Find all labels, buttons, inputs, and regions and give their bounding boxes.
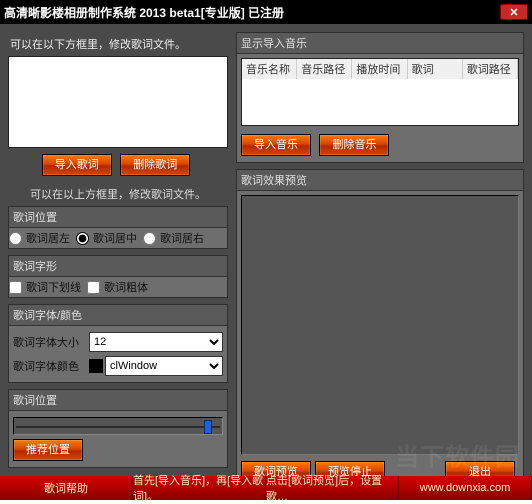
check-bold[interactable]: 歌词粗体 <box>87 279 148 295</box>
import-music-button[interactable]: 导入音乐 <box>241 134 311 156</box>
font-color-select[interactable]: clWindow <box>105 356 223 376</box>
th-lyric-path: 歌词路径 <box>463 59 518 79</box>
panel-header: 歌词字形 <box>9 256 227 277</box>
th-name: 音乐名称 <box>242 59 297 79</box>
panel-header: 歌词效果预览 <box>237 170 523 191</box>
status-bar: 歌词帮助 首先[导入音乐]，再[导入歌词]。 点击[歌词预览]后，设置歌… ww… <box>0 476 532 500</box>
titlebar: 高清晰影楼相册制作系统 2013 beta1[专业版] 已注册 ✕ <box>0 0 532 24</box>
lyric-font-panel: 歌词字体/颜色 歌词字体大小 12 歌词字体颜色 clWindow <box>8 304 228 383</box>
music-panel: 显示导入音乐 音乐名称 音乐路径 播放时间 歌词 歌词路径 导入音乐 删除音 <box>236 32 524 163</box>
radio-pos-right[interactable]: 歌词居右 <box>143 230 204 246</box>
status-step2: 点击[歌词预览]后，设置歌… <box>266 476 399 500</box>
panel-header: 歌词字体/颜色 <box>9 305 227 326</box>
slider-thumb[interactable] <box>204 420 212 434</box>
lyric-style-panel: 歌词字形 歌词下划线 歌词粗体 <box>8 255 228 298</box>
lyric-slider-panel: 歌词位置 推荐位置 <box>8 389 228 468</box>
preview-panel: 歌词效果预览 歌词预览 预览停止 退出 <box>236 169 524 490</box>
panel-header: 显示导入音乐 <box>237 33 523 54</box>
delete-music-button[interactable]: 删除音乐 <box>319 134 389 156</box>
status-source: www.downxia.com <box>399 476 532 500</box>
import-lyric-button[interactable]: 导入歌词 <box>42 154 112 176</box>
radio-pos-left[interactable]: 歌词居左 <box>9 230 70 246</box>
delete-lyric-button[interactable]: 删除歌词 <box>120 154 190 176</box>
close-icon: ✕ <box>509 6 518 19</box>
th-time: 播放时间 <box>352 59 407 79</box>
hint-above: 可以在以下方框里，修改歌词文件。 <box>8 32 228 56</box>
hint-below: 可以在以上方框里，修改歌词文件。 <box>8 182 228 206</box>
status-step1: 首先[导入音乐]，再[导入歌词]。 <box>133 476 266 500</box>
music-table[interactable]: 音乐名称 音乐路径 播放时间 歌词 歌词路径 <box>241 58 519 126</box>
panel-header: 歌词位置 <box>9 390 227 411</box>
app-window: 高清晰影楼相册制作系统 2013 beta1[专业版] 已注册 ✕ 可以在以下方… <box>0 0 532 500</box>
check-underline[interactable]: 歌词下划线 <box>9 279 81 295</box>
table-header: 音乐名称 音乐路径 播放时间 歌词 歌词路径 <box>242 59 518 79</box>
lyric-textarea[interactable] <box>8 56 228 148</box>
preview-area <box>241 195 519 455</box>
status-help: 歌词帮助 <box>0 476 133 500</box>
window-title: 高清晰影楼相册制作系统 2013 beta1[专业版] 已注册 <box>4 4 500 21</box>
recommend-position-button[interactable]: 推荐位置 <box>13 439 83 461</box>
panel-header: 歌词位置 <box>9 207 227 228</box>
th-lyric: 歌词 <box>408 59 463 79</box>
th-path: 音乐路径 <box>297 59 352 79</box>
close-button[interactable]: ✕ <box>500 4 528 20</box>
font-color-label: 歌词字体颜色 <box>13 358 83 374</box>
lyric-position-panel: 歌词位置 歌词居左 歌词居中 歌词居右 <box>8 206 228 249</box>
color-swatch-icon <box>89 359 103 373</box>
font-size-select[interactable]: 12 <box>89 332 223 352</box>
radio-pos-center[interactable]: 歌词居中 <box>76 230 137 246</box>
position-slider[interactable] <box>13 417 223 435</box>
font-size-label: 歌词字体大小 <box>13 334 83 350</box>
